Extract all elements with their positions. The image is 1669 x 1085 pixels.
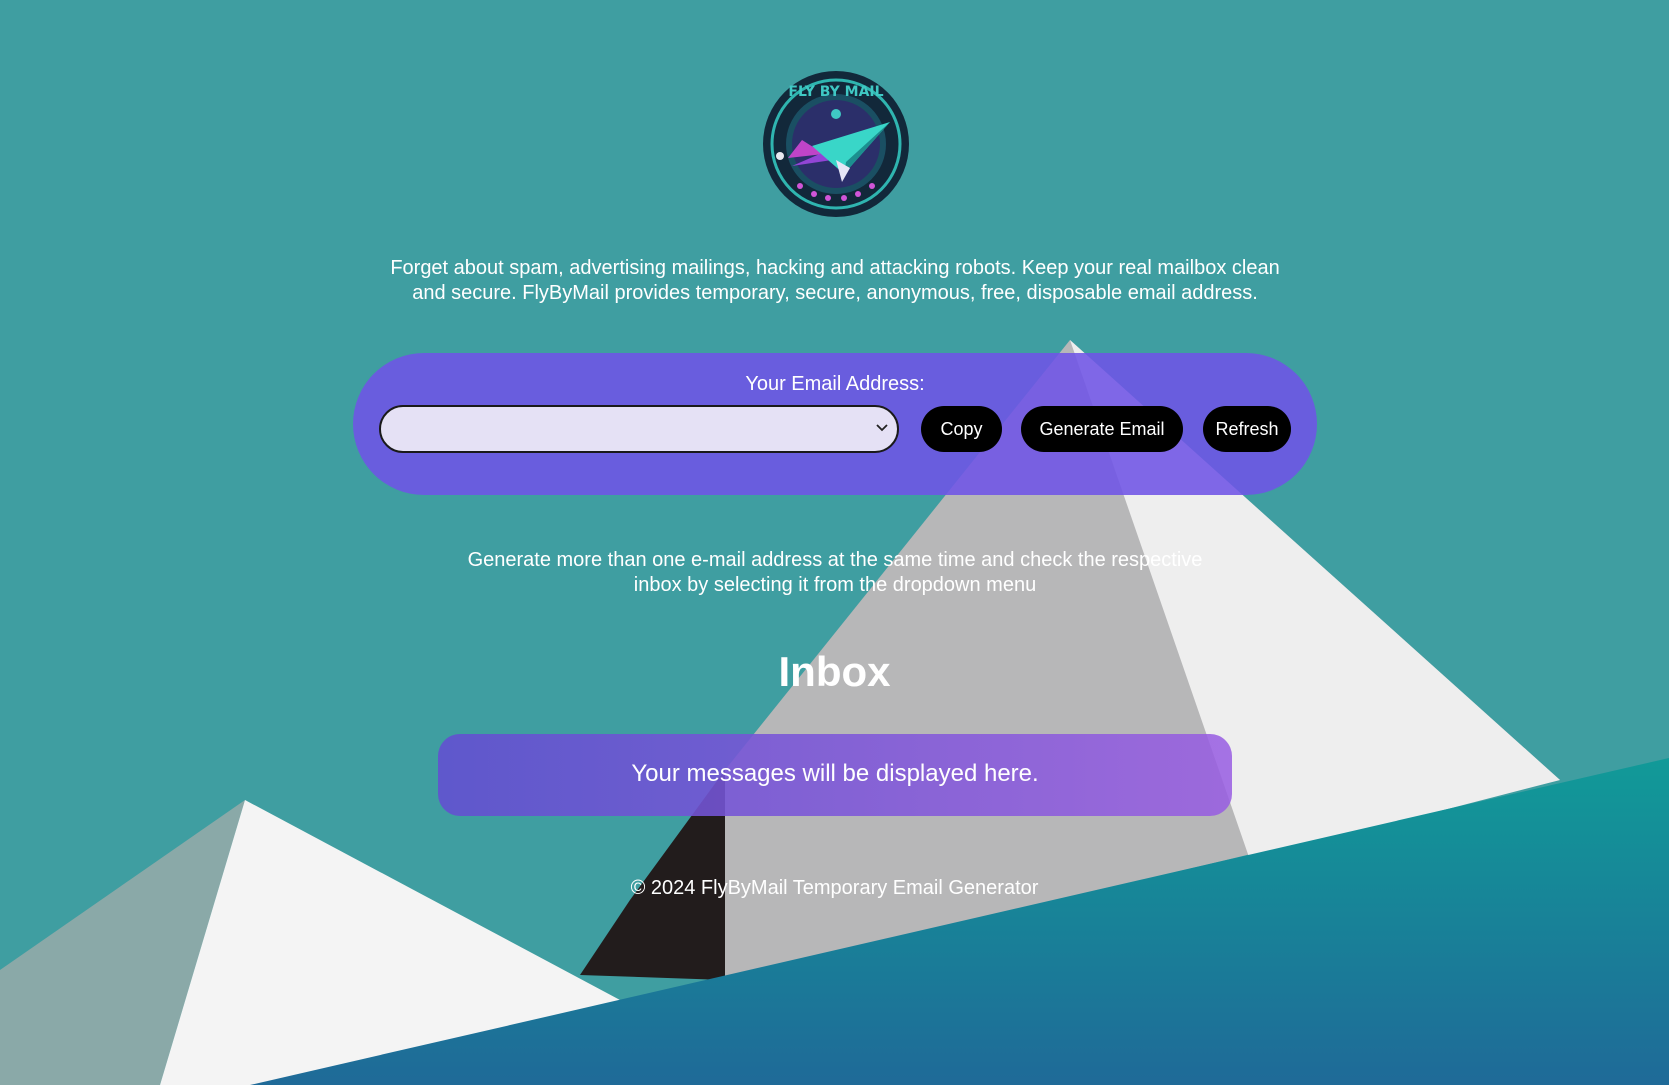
inbox-heading: Inbox <box>778 648 891 695</box>
email-address-label: Your Email Address: <box>745 373 925 395</box>
refresh-button[interactable]: Refresh <box>1203 406 1291 452</box>
logo-text: FLY BY MAIL <box>788 84 883 100</box>
hint-line-2: inbox by selecting it from the dropdown … <box>633 574 1037 596</box>
email-address-panel: Your Email Address: Copy Generate Email … <box>353 353 1317 495</box>
inbox-message-area: Your messages will be displayed here. <box>438 734 1232 816</box>
email-address-select[interactable] <box>379 405 899 453</box>
hint-line-1: Generate more than one e-mail address at… <box>467 549 1203 571</box>
inbox-empty-message: Your messages will be displayed here. <box>631 760 1039 787</box>
multiple-address-hint: Generate more than one e-mail address at… <box>420 548 1250 598</box>
intro-description: Forget about spam, advertising mailings,… <box>340 256 1330 306</box>
chevron-down-icon <box>876 424 888 432</box>
flybymail-logo: FLY BY MAIL <box>763 71 909 217</box>
page-content: FLY BY MAIL Forget about spam, advertisi… <box>0 0 1669 1085</box>
footer-copyright: © 2024 FlyByMail Temporary Email Generat… <box>630 877 1039 899</box>
intro-line-2: and secure. FlyByMail provides temporary… <box>412 282 1258 304</box>
generate-email-button[interactable]: Generate Email <box>1021 406 1183 452</box>
intro-line-1: Forget about spam, advertising mailings,… <box>390 257 1280 279</box>
copy-button[interactable]: Copy <box>921 406 1002 452</box>
